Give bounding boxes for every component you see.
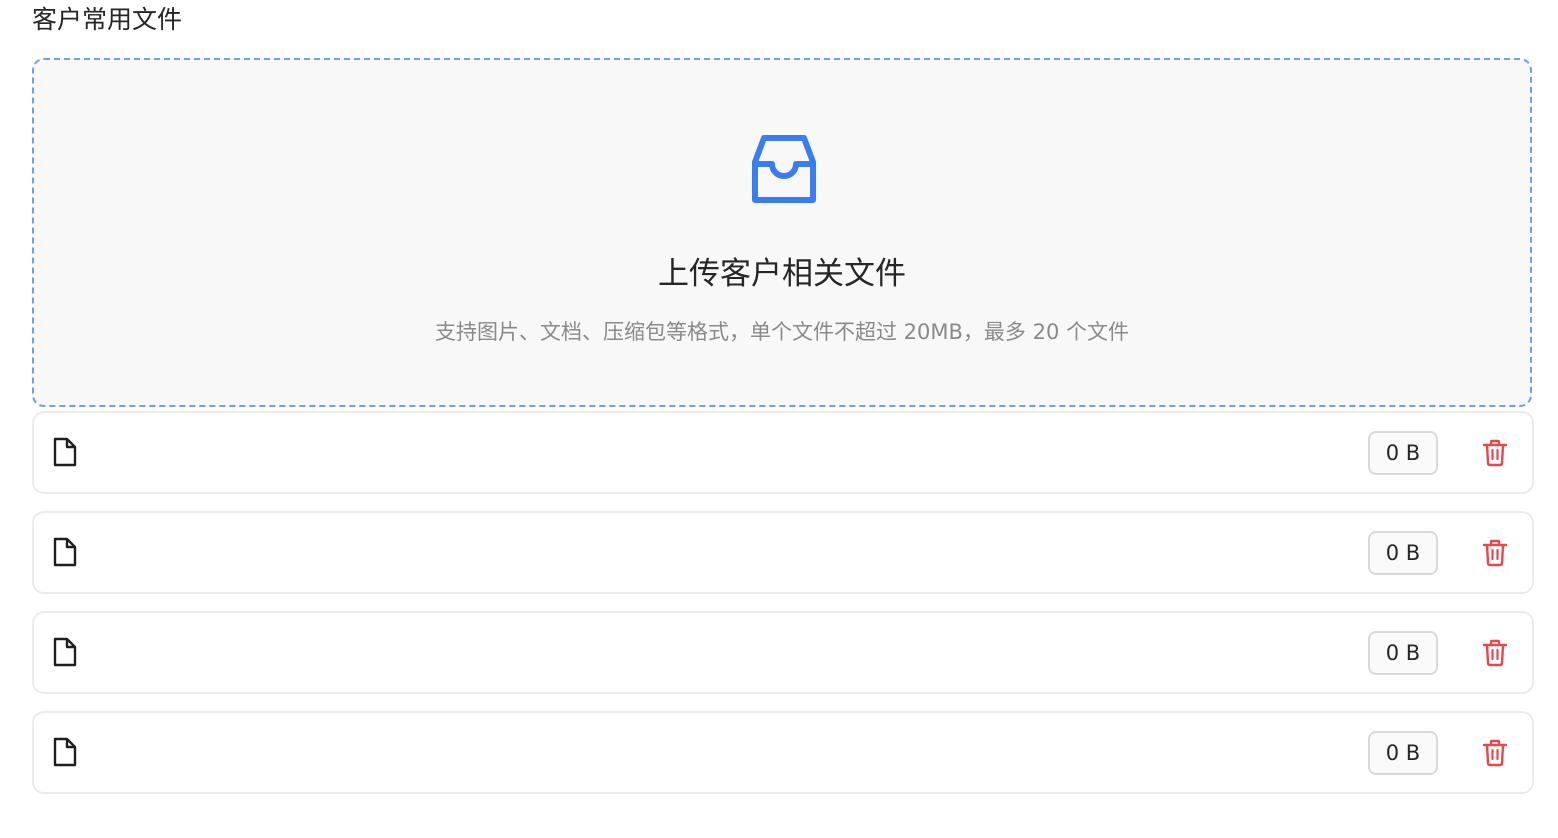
- file-upload-dropzone[interactable]: 上传客户相关文件 支持图片、文档、压缩包等格式，单个文件不超过 20MB，最多 …: [32, 58, 1532, 407]
- trash-icon: [1482, 539, 1508, 567]
- file-icon: [53, 637, 77, 667]
- file-list: 0 B 0 B 0 B 0 B: [32, 411, 1534, 811]
- trash-icon: [1482, 639, 1508, 667]
- file-size-badge: 0 B: [1368, 531, 1438, 575]
- upload-hint: 支持图片、文档、压缩包等格式，单个文件不超过 20MB，最多 20 个文件: [435, 320, 1129, 344]
- delete-file-button[interactable]: [1478, 635, 1512, 671]
- file-size-badge: 0 B: [1368, 631, 1438, 675]
- inbox-icon: [752, 135, 816, 203]
- file-icon: [53, 537, 77, 567]
- upload-title: 上传客户相关文件: [658, 256, 906, 292]
- file-item: 0 B: [32, 611, 1534, 694]
- file-item: 0 B: [32, 511, 1534, 594]
- trash-icon: [1482, 739, 1508, 767]
- delete-file-button[interactable]: [1478, 535, 1512, 571]
- file-icon: [53, 737, 77, 767]
- delete-file-button[interactable]: [1478, 735, 1512, 771]
- delete-file-button[interactable]: [1478, 435, 1512, 471]
- file-item: 0 B: [32, 411, 1534, 494]
- trash-icon: [1482, 439, 1508, 467]
- file-size-badge: 0 B: [1368, 431, 1438, 475]
- file-icon: [53, 437, 77, 467]
- customer-files-panel: 客户常用文件 上传客户相关文件 支持图片、文档、压缩包等格式，单个文件不超过 2…: [0, 0, 1558, 838]
- section-title: 客户常用文件: [32, 5, 183, 34]
- file-size-badge: 0 B: [1368, 731, 1438, 775]
- file-item: 0 B: [32, 711, 1534, 794]
